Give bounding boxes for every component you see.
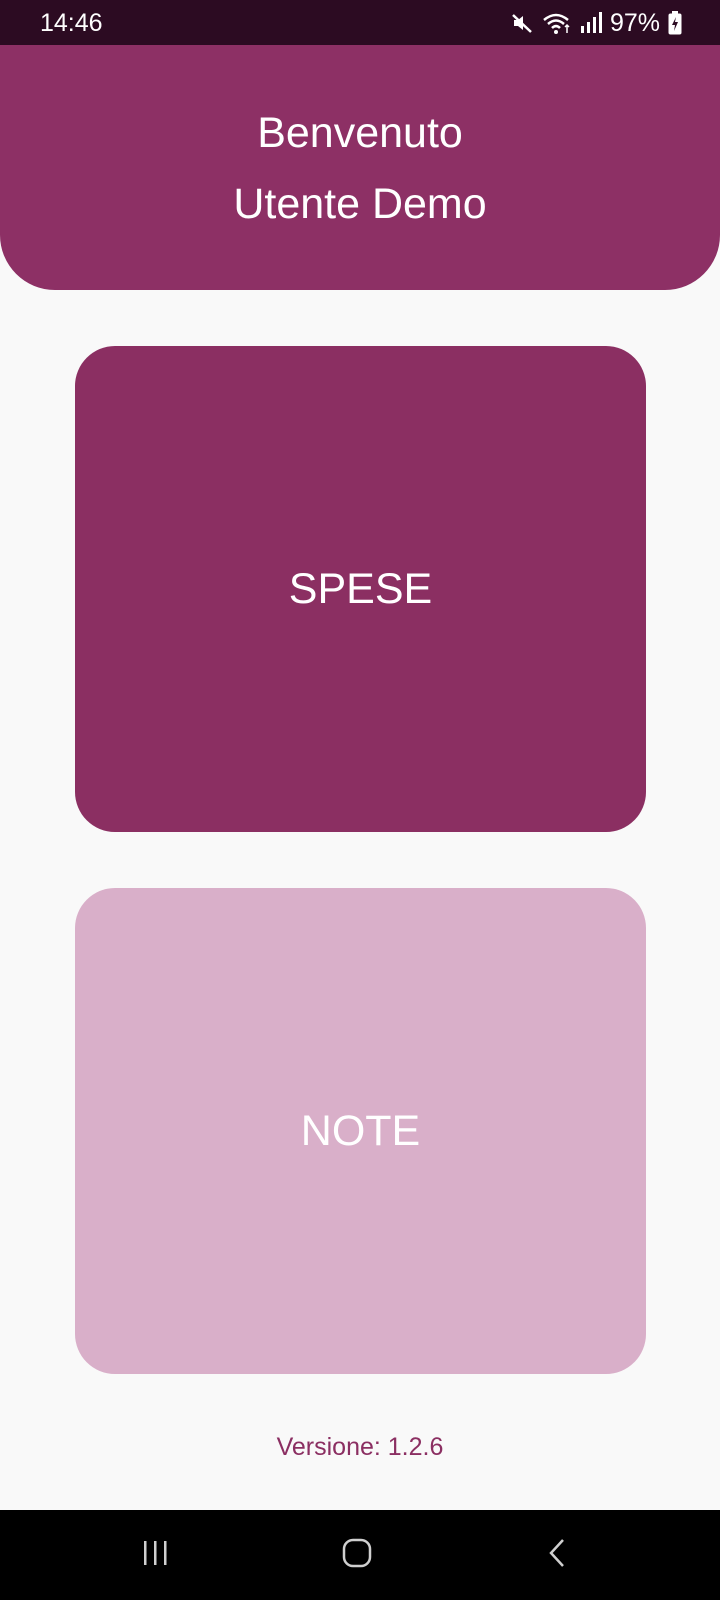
spese-button[interactable]: SPESE (75, 346, 646, 832)
battery-percentage: 97% (609, 9, 660, 37)
app-version: Versione: 1.2.6 (276, 1433, 444, 1461)
recents-button[interactable] (125, 1530, 185, 1580)
battery-charging-icon (668, 11, 682, 35)
welcome-greeting: Benvenuto (257, 109, 463, 157)
back-button[interactable] (528, 1530, 588, 1580)
note-label: NOTE (300, 1106, 421, 1155)
recents-icon (140, 1538, 170, 1573)
user-name: Utente Demo (233, 180, 487, 228)
note-button[interactable]: NOTE (75, 888, 646, 1374)
welcome-header: Benvenuto Utente Demo (0, 45, 720, 290)
home-icon (341, 1537, 373, 1574)
status-icons: 97% (510, 8, 682, 38)
mute-icon (510, 11, 534, 35)
wifi-icon (542, 11, 572, 35)
status-time: 14:46 (40, 9, 103, 37)
signal-icon (580, 11, 602, 35)
status-bar: 14:46 97% (0, 0, 720, 45)
home-button[interactable] (327, 1530, 387, 1580)
spese-label: SPESE (288, 564, 433, 613)
back-icon (546, 1537, 570, 1574)
navigation-bar (0, 1510, 720, 1600)
